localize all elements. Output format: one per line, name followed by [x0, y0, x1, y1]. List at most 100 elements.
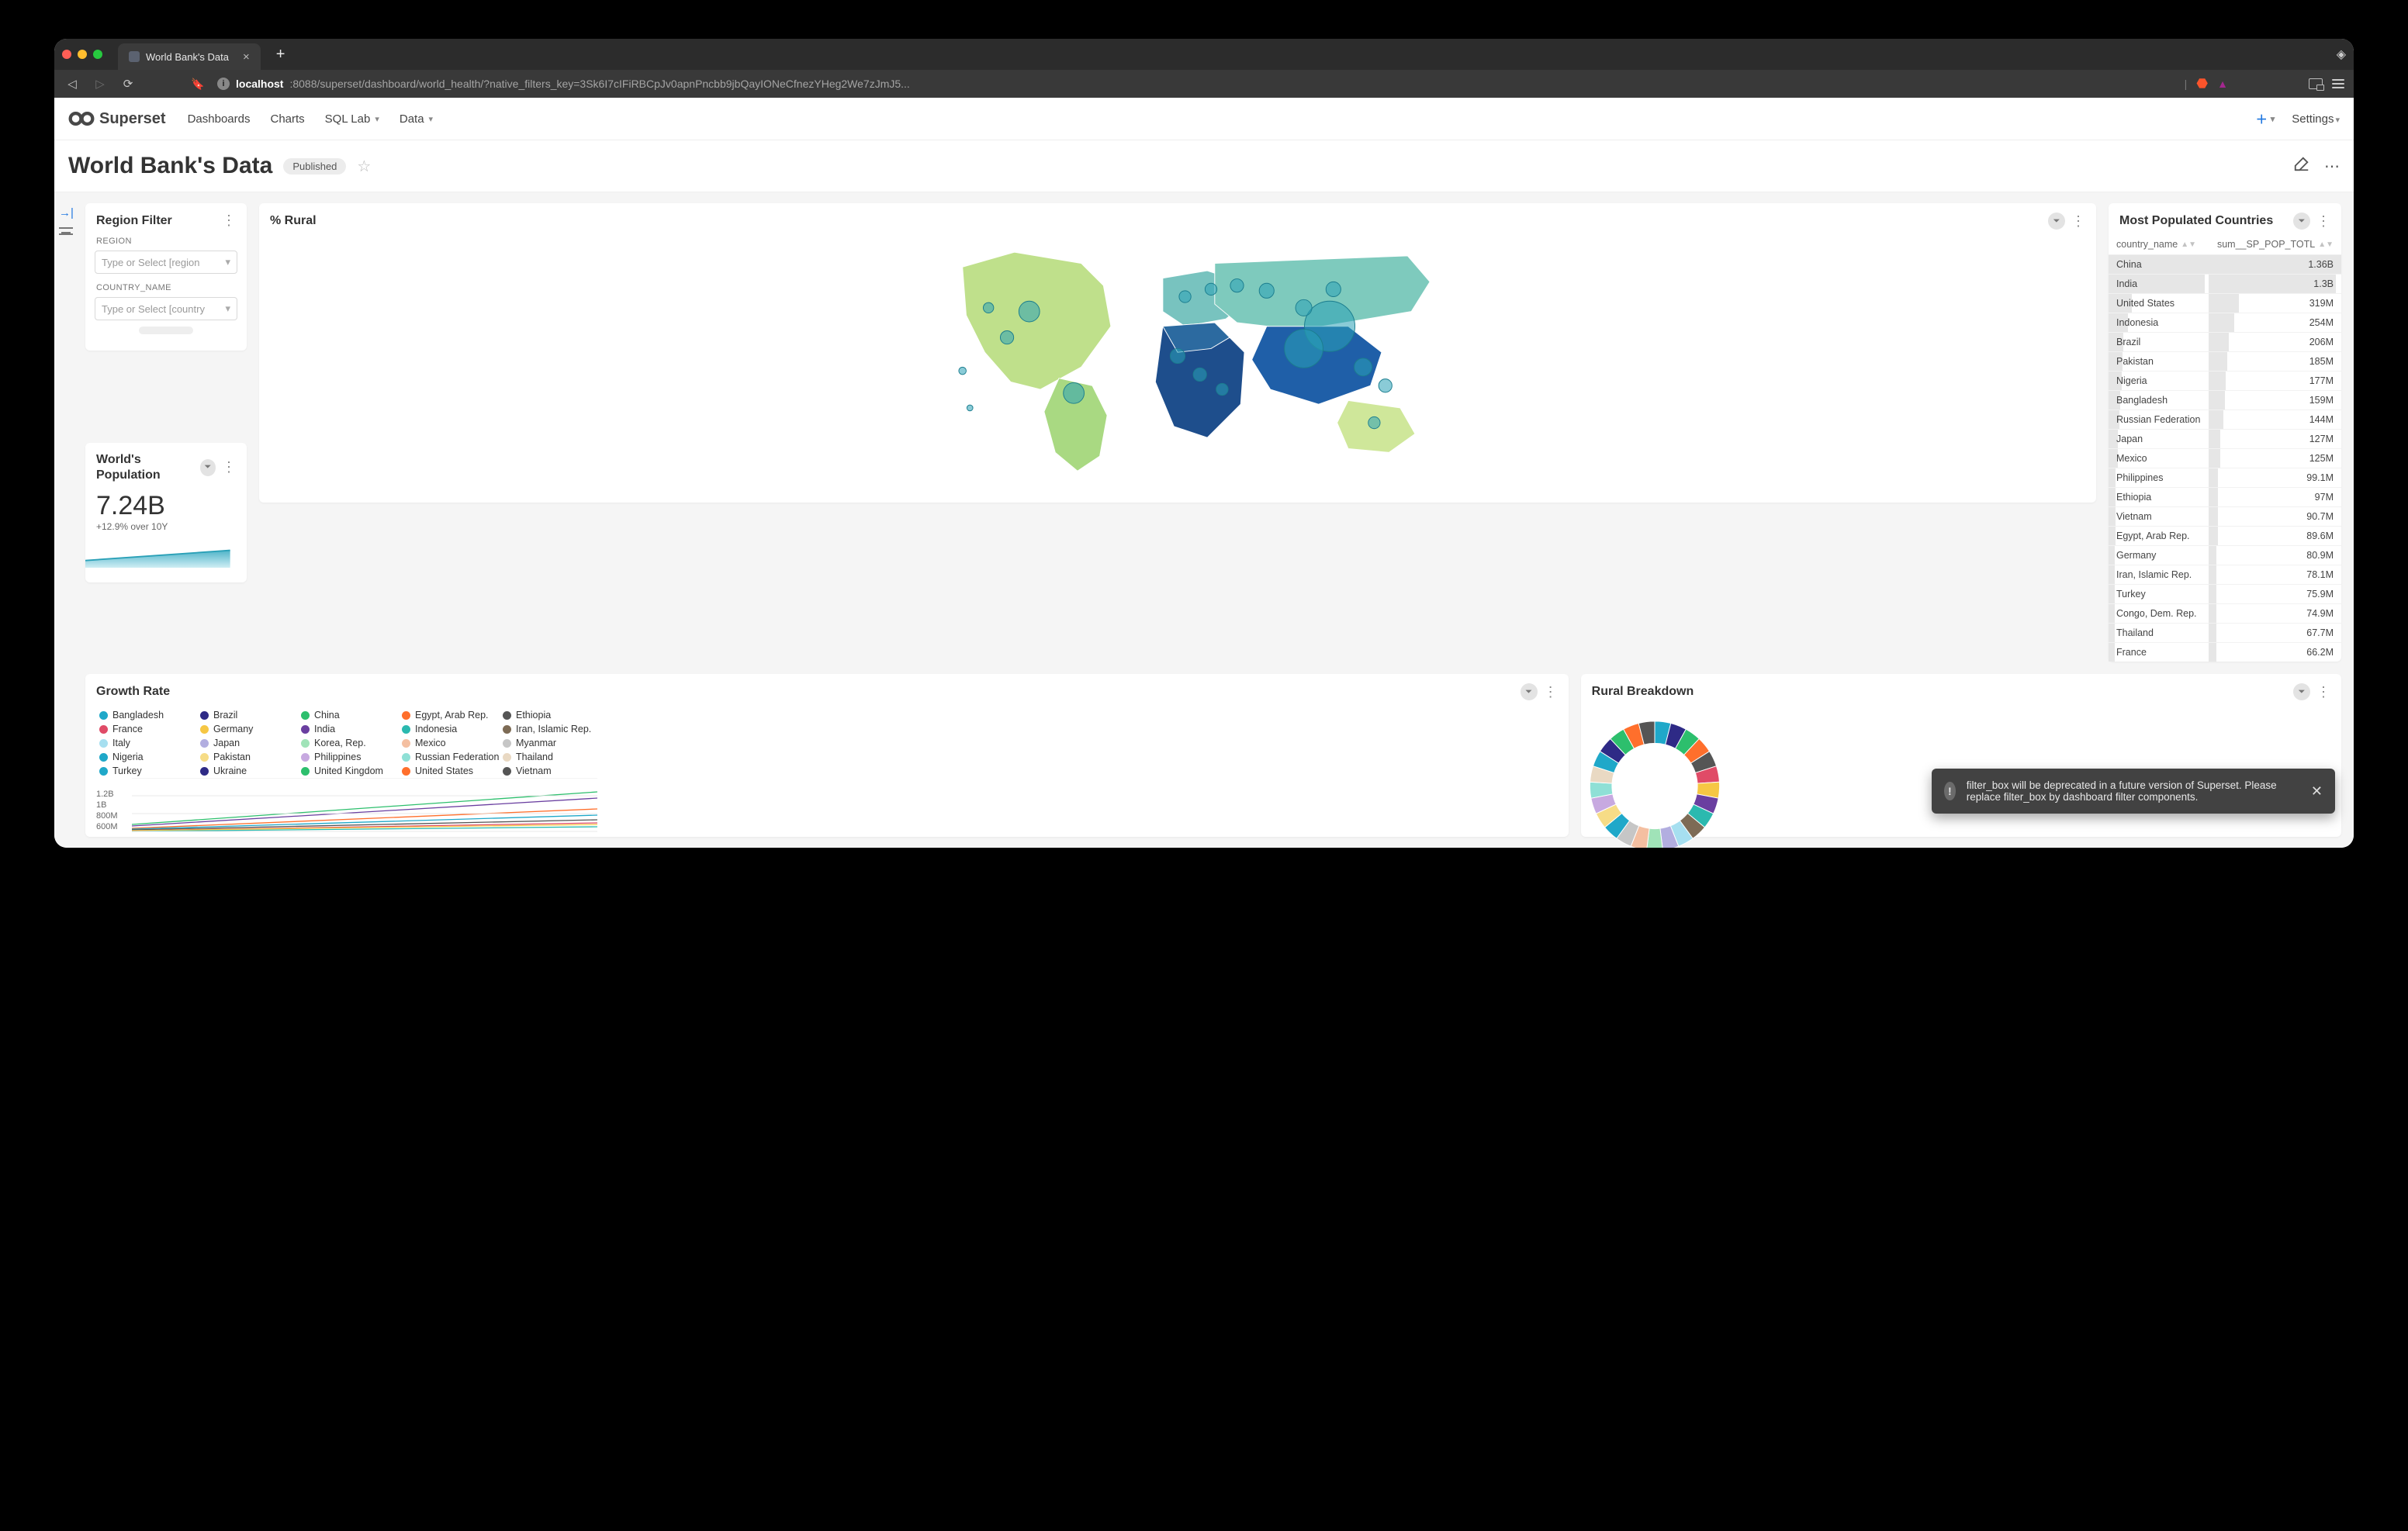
panel-menu-icon[interactable]: ⋮ — [1544, 684, 1558, 700]
legend-label: Egypt, Arab Rep. — [415, 710, 489, 721]
add-new-button[interactable]: ＋ — [2256, 111, 2275, 127]
brave-shields-icon[interactable]: ⬣ — [2196, 76, 2208, 92]
panel-menu-icon[interactable]: ⋮ — [2316, 684, 2330, 700]
table-row[interactable]: Ethiopia97M — [2109, 488, 2341, 507]
edit-dashboard-icon[interactable] — [2293, 155, 2310, 177]
table-row[interactable]: China1.36B — [2109, 255, 2341, 275]
legend-item[interactable]: Myanmar — [503, 738, 604, 748]
legend-item[interactable]: Thailand — [503, 752, 604, 762]
table-row[interactable]: United States319M — [2109, 294, 2341, 313]
legend-item[interactable]: Korea, Rep. — [301, 738, 402, 748]
close-window-icon[interactable] — [62, 50, 71, 59]
table-row[interactable]: Vietnam90.7M — [2109, 507, 2341, 527]
table-row[interactable]: Germany80.9M — [2109, 546, 2341, 565]
legend-item[interactable]: Iran, Islamic Rep. — [503, 724, 604, 734]
table-row[interactable]: Brazil206M — [2109, 333, 2341, 352]
legend-item[interactable]: Brazil — [200, 710, 301, 721]
legend-item[interactable]: Ukraine — [200, 766, 301, 776]
legend-item[interactable]: India — [301, 724, 402, 734]
panel-filter-icon[interactable]: ⏷ — [1521, 683, 1538, 700]
legend-item[interactable]: Pakistan — [200, 752, 301, 762]
legend-item[interactable]: Philippines — [301, 752, 402, 762]
reload-button[interactable]: ⟳ — [119, 77, 137, 91]
table-row[interactable]: Iran, Islamic Rep.78.1M — [2109, 565, 2341, 585]
table-row[interactable]: Pakistan185M — [2109, 352, 2341, 372]
bookmark-icon[interactable]: 🔖 — [189, 78, 206, 91]
legend-item[interactable]: United States — [402, 766, 503, 776]
world-map[interactable] — [259, 234, 2096, 482]
nav-settings[interactable]: Settings — [2292, 112, 2340, 126]
panel-menu-icon[interactable]: ⋮ — [222, 213, 236, 229]
population-table: country_name▲▼ sum__SP_POP_TOTL▲▼ China1… — [2109, 234, 2341, 662]
panel-filter-icon[interactable]: ⏷ — [200, 459, 216, 476]
legend-item[interactable]: Ethiopia — [503, 710, 604, 721]
table-row[interactable]: Philippines99.1M — [2109, 468, 2341, 488]
table-row[interactable]: Bangladesh159M — [2109, 391, 2341, 410]
panel-filter-icon[interactable]: ⏷ — [2293, 683, 2310, 700]
table-row[interactable]: Indonesia254M — [2109, 313, 2341, 333]
panel-menu-icon[interactable]: ⋮ — [222, 459, 236, 475]
nav-data[interactable]: Data — [400, 112, 433, 126]
table-row[interactable]: Japan127M — [2109, 430, 2341, 449]
panel-filter-icon[interactable]: ⏷ — [2048, 213, 2065, 230]
maximize-window-icon[interactable] — [93, 50, 102, 59]
region-select[interactable]: Type or Select [region — [95, 251, 237, 274]
tab-close-icon[interactable]: × — [243, 50, 250, 64]
table-row[interactable]: India1.3B — [2109, 275, 2341, 294]
tab-title: World Bank's Data — [146, 51, 229, 63]
expand-filters-icon[interactable]: →| — [59, 206, 74, 219]
nav-sql-lab[interactable]: SQL Lab — [325, 112, 379, 126]
table-row[interactable]: Thailand67.7M — [2109, 624, 2341, 643]
nav-links: Dashboards Charts SQL Lab Data — [188, 112, 433, 126]
col-pop[interactable]: sum__SP_POP_TOTL▲▼ — [2209, 234, 2341, 255]
table-row[interactable]: France66.2M — [2109, 643, 2341, 662]
row-country: France — [2116, 647, 2147, 658]
panel-menu-icon[interactable]: ⋮ — [2316, 213, 2330, 230]
table-row[interactable]: Egypt, Arab Rep.89.6M — [2109, 527, 2341, 546]
col-country[interactable]: country_name▲▼ — [2109, 234, 2209, 255]
browser-menu-icon[interactable] — [2332, 79, 2344, 88]
status-badge[interactable]: Published — [283, 158, 346, 175]
table-row[interactable]: Russian Federation144M — [2109, 410, 2341, 430]
forward-button[interactable]: ▷ — [92, 77, 109, 91]
more-actions-icon[interactable]: ⋯ — [2324, 157, 2340, 176]
legend-item[interactable]: Nigeria — [99, 752, 200, 762]
favorite-star-icon[interactable]: ☆ — [357, 157, 371, 176]
legend-item[interactable]: Russian Federation — [402, 752, 503, 762]
nav-dashboards[interactable]: Dashboards — [188, 112, 251, 126]
legend-item[interactable]: Indonesia — [402, 724, 503, 734]
legend-item[interactable]: Italy — [99, 738, 200, 748]
legend-item[interactable]: Turkey — [99, 766, 200, 776]
back-button[interactable]: ◁ — [64, 77, 81, 91]
table-row[interactable]: Mexico125M — [2109, 449, 2341, 468]
url-bar[interactable]: i localhost :8088/superset/dashboard/wor… — [217, 78, 2174, 90]
site-info-icon[interactable]: i — [217, 78, 230, 90]
legend-item[interactable]: Germany — [200, 724, 301, 734]
legend-item[interactable]: Japan — [200, 738, 301, 748]
pip-icon[interactable] — [2309, 78, 2323, 89]
legend-item[interactable]: Vietnam — [503, 766, 604, 776]
nav-charts[interactable]: Charts — [270, 112, 304, 126]
legend-item[interactable]: France — [99, 724, 200, 734]
table-row[interactable]: Turkey75.9M — [2109, 585, 2341, 604]
table-row[interactable]: Nigeria177M — [2109, 372, 2341, 391]
legend-item[interactable]: Mexico — [402, 738, 503, 748]
deprecation-toast: ! filter_box will be deprecated in a fut… — [1932, 769, 2335, 814]
country-select[interactable]: Type or Select [country — [95, 297, 237, 320]
legend-item[interactable]: Bangladesh — [99, 710, 200, 721]
legend-item[interactable]: United Kingdom — [301, 766, 402, 776]
brave-rewards-icon[interactable]: ▲ — [2217, 78, 2228, 90]
panel-menu-icon[interactable]: ⋮ — [2071, 213, 2085, 230]
toast-close-icon[interactable]: ✕ — [2311, 783, 2323, 800]
legend-item[interactable]: Egypt, Arab Rep. — [402, 710, 503, 721]
panel-filter-icon[interactable]: ⏷ — [2293, 213, 2310, 230]
legend-item[interactable]: China — [301, 710, 402, 721]
app-brand[interactable]: Superset — [68, 110, 166, 128]
browser-tab[interactable]: World Bank's Data × — [118, 43, 261, 70]
incognito-shield-icon: ◈ — [2337, 47, 2346, 62]
filters-icon[interactable] — [59, 227, 73, 235]
table-row[interactable]: Congo, Dem. Rep.74.9M — [2109, 604, 2341, 624]
new-tab-button[interactable]: + — [276, 46, 285, 64]
legend-label: India — [314, 724, 335, 734]
minimize-window-icon[interactable] — [78, 50, 87, 59]
